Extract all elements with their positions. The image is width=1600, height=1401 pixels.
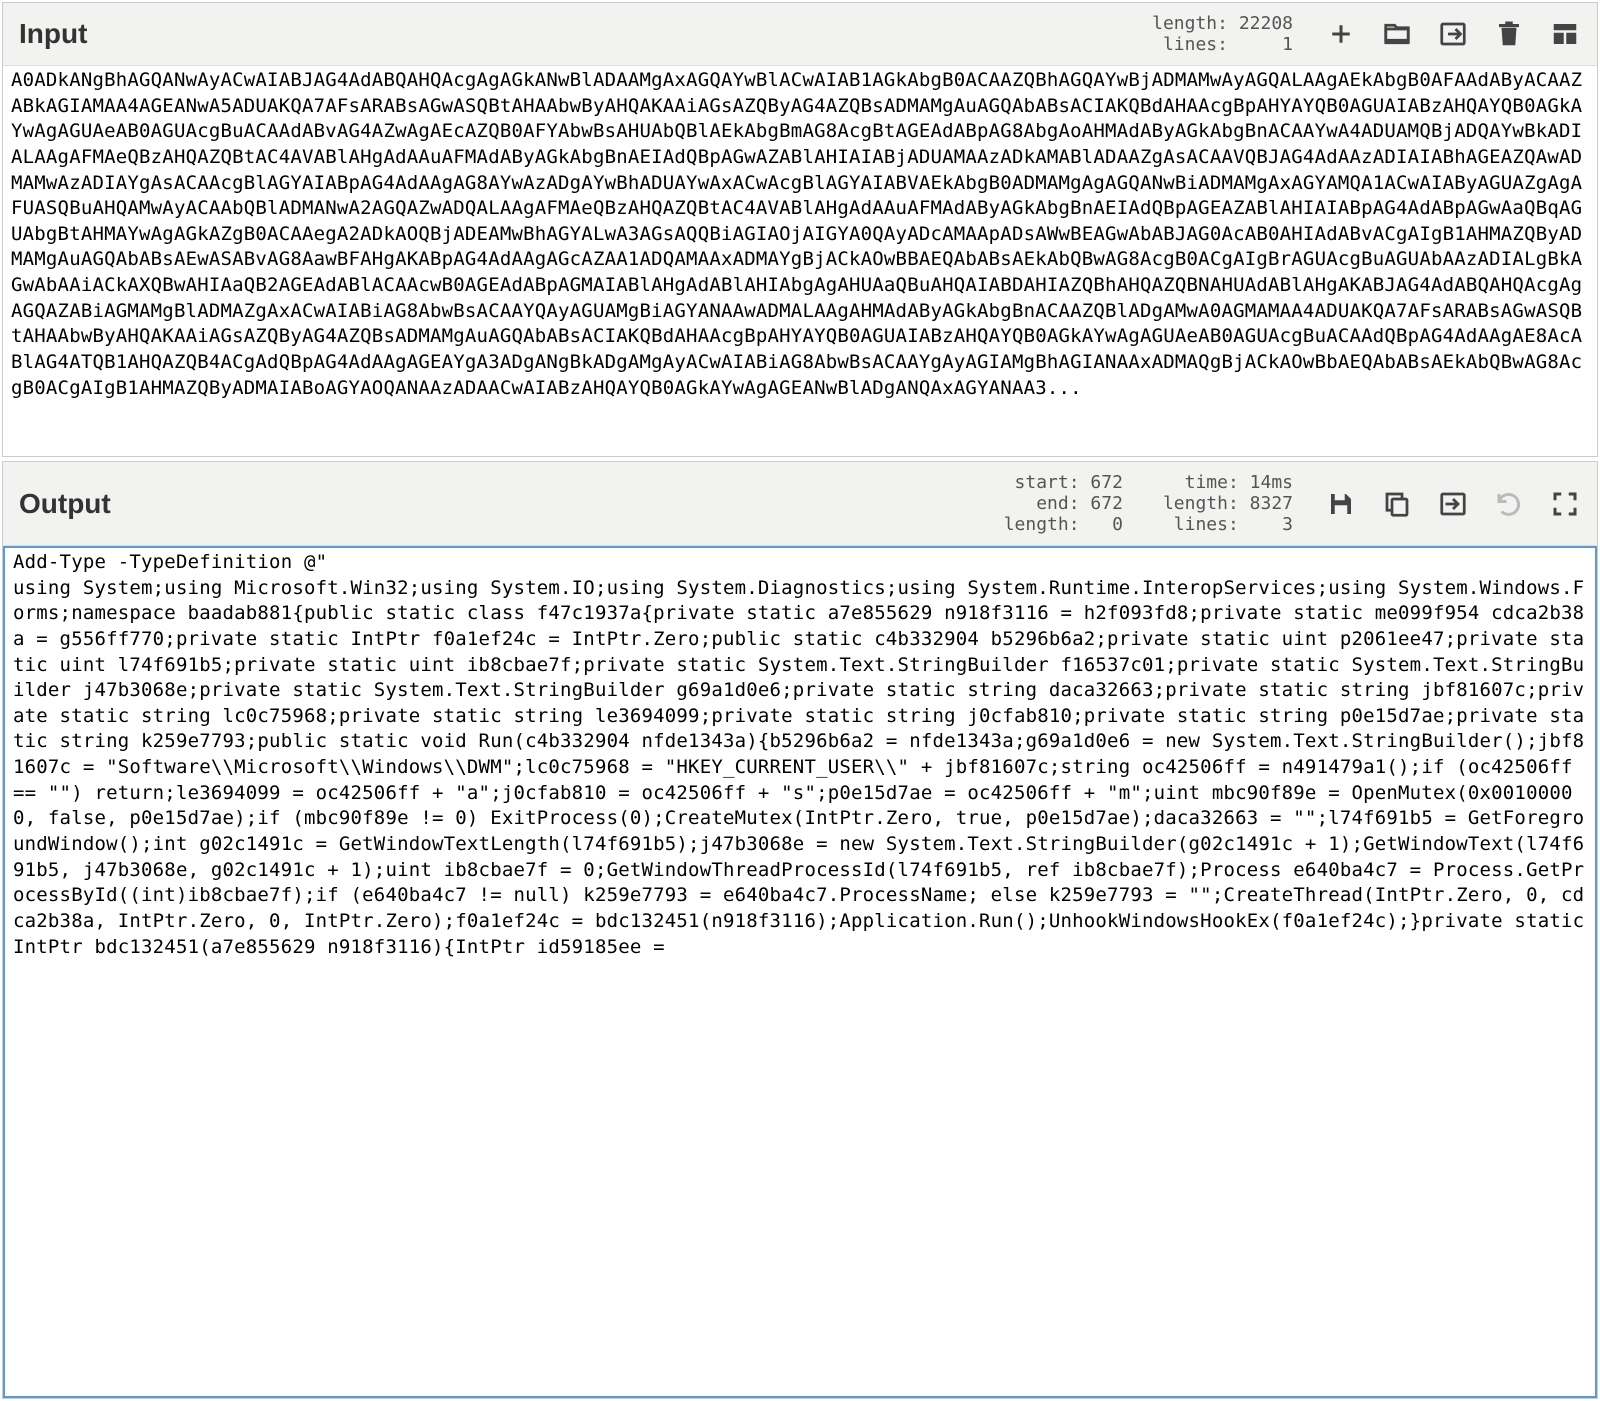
clear-icon[interactable] bbox=[1493, 18, 1525, 50]
open-folder-icon[interactable] bbox=[1381, 18, 1413, 50]
output-title: Output bbox=[19, 488, 111, 520]
input-stats: length: 22208 lines: 1 bbox=[1152, 13, 1293, 55]
input-lines-value: 1 bbox=[1282, 34, 1293, 55]
output-lines-value: 3 bbox=[1282, 514, 1293, 535]
export-icon[interactable] bbox=[1437, 488, 1469, 520]
output-content[interactable]: Add-Type -TypeDefinition @" using System… bbox=[3, 546, 1597, 1398]
output-sel-length-value: 0 bbox=[1112, 514, 1123, 535]
save-icon[interactable] bbox=[1325, 488, 1357, 520]
output-length-label: length: bbox=[1163, 493, 1239, 514]
input-length-value: 22208 bbox=[1239, 13, 1293, 34]
layout-icon[interactable] bbox=[1549, 18, 1581, 50]
output-sel-length-label: length: bbox=[1004, 514, 1080, 535]
output-length-value: 8327 bbox=[1250, 493, 1293, 514]
fullscreen-icon[interactable] bbox=[1549, 488, 1581, 520]
input-panel: Input length: 22208 lines: 1 bbox=[2, 2, 1598, 457]
input-length-label: length: bbox=[1152, 13, 1228, 34]
output-time-value: 14ms bbox=[1250, 472, 1293, 493]
input-toolbar bbox=[1325, 18, 1581, 50]
output-end-label: end: bbox=[1036, 493, 1079, 514]
output-toolbar bbox=[1325, 488, 1581, 520]
output-time-label: time: bbox=[1185, 472, 1239, 493]
input-header: Input length: 22208 lines: 1 bbox=[3, 3, 1597, 66]
import-icon[interactable] bbox=[1437, 18, 1469, 50]
output-start-value: 672 bbox=[1090, 472, 1123, 493]
output-header: Output start: 672 end: 672 length: 0 tim… bbox=[3, 462, 1597, 546]
input-lines-label: lines: bbox=[1163, 34, 1228, 55]
output-stats: start: 672 end: 672 length: 0 time: 14ms… bbox=[1004, 472, 1293, 535]
output-panel: Output start: 672 end: 672 length: 0 tim… bbox=[2, 461, 1598, 1399]
output-start-label: start: bbox=[1015, 472, 1080, 493]
undo-icon[interactable] bbox=[1493, 488, 1525, 520]
add-icon[interactable] bbox=[1325, 18, 1357, 50]
input-title: Input bbox=[19, 18, 87, 50]
output-lines-label: lines: bbox=[1174, 514, 1239, 535]
input-content[interactable]: A0ADkANgBhAGQANwAyACwAIABJAG4AdABQAHQAcg… bbox=[3, 66, 1597, 456]
copy-icon[interactable] bbox=[1381, 488, 1413, 520]
output-end-value: 672 bbox=[1090, 493, 1123, 514]
